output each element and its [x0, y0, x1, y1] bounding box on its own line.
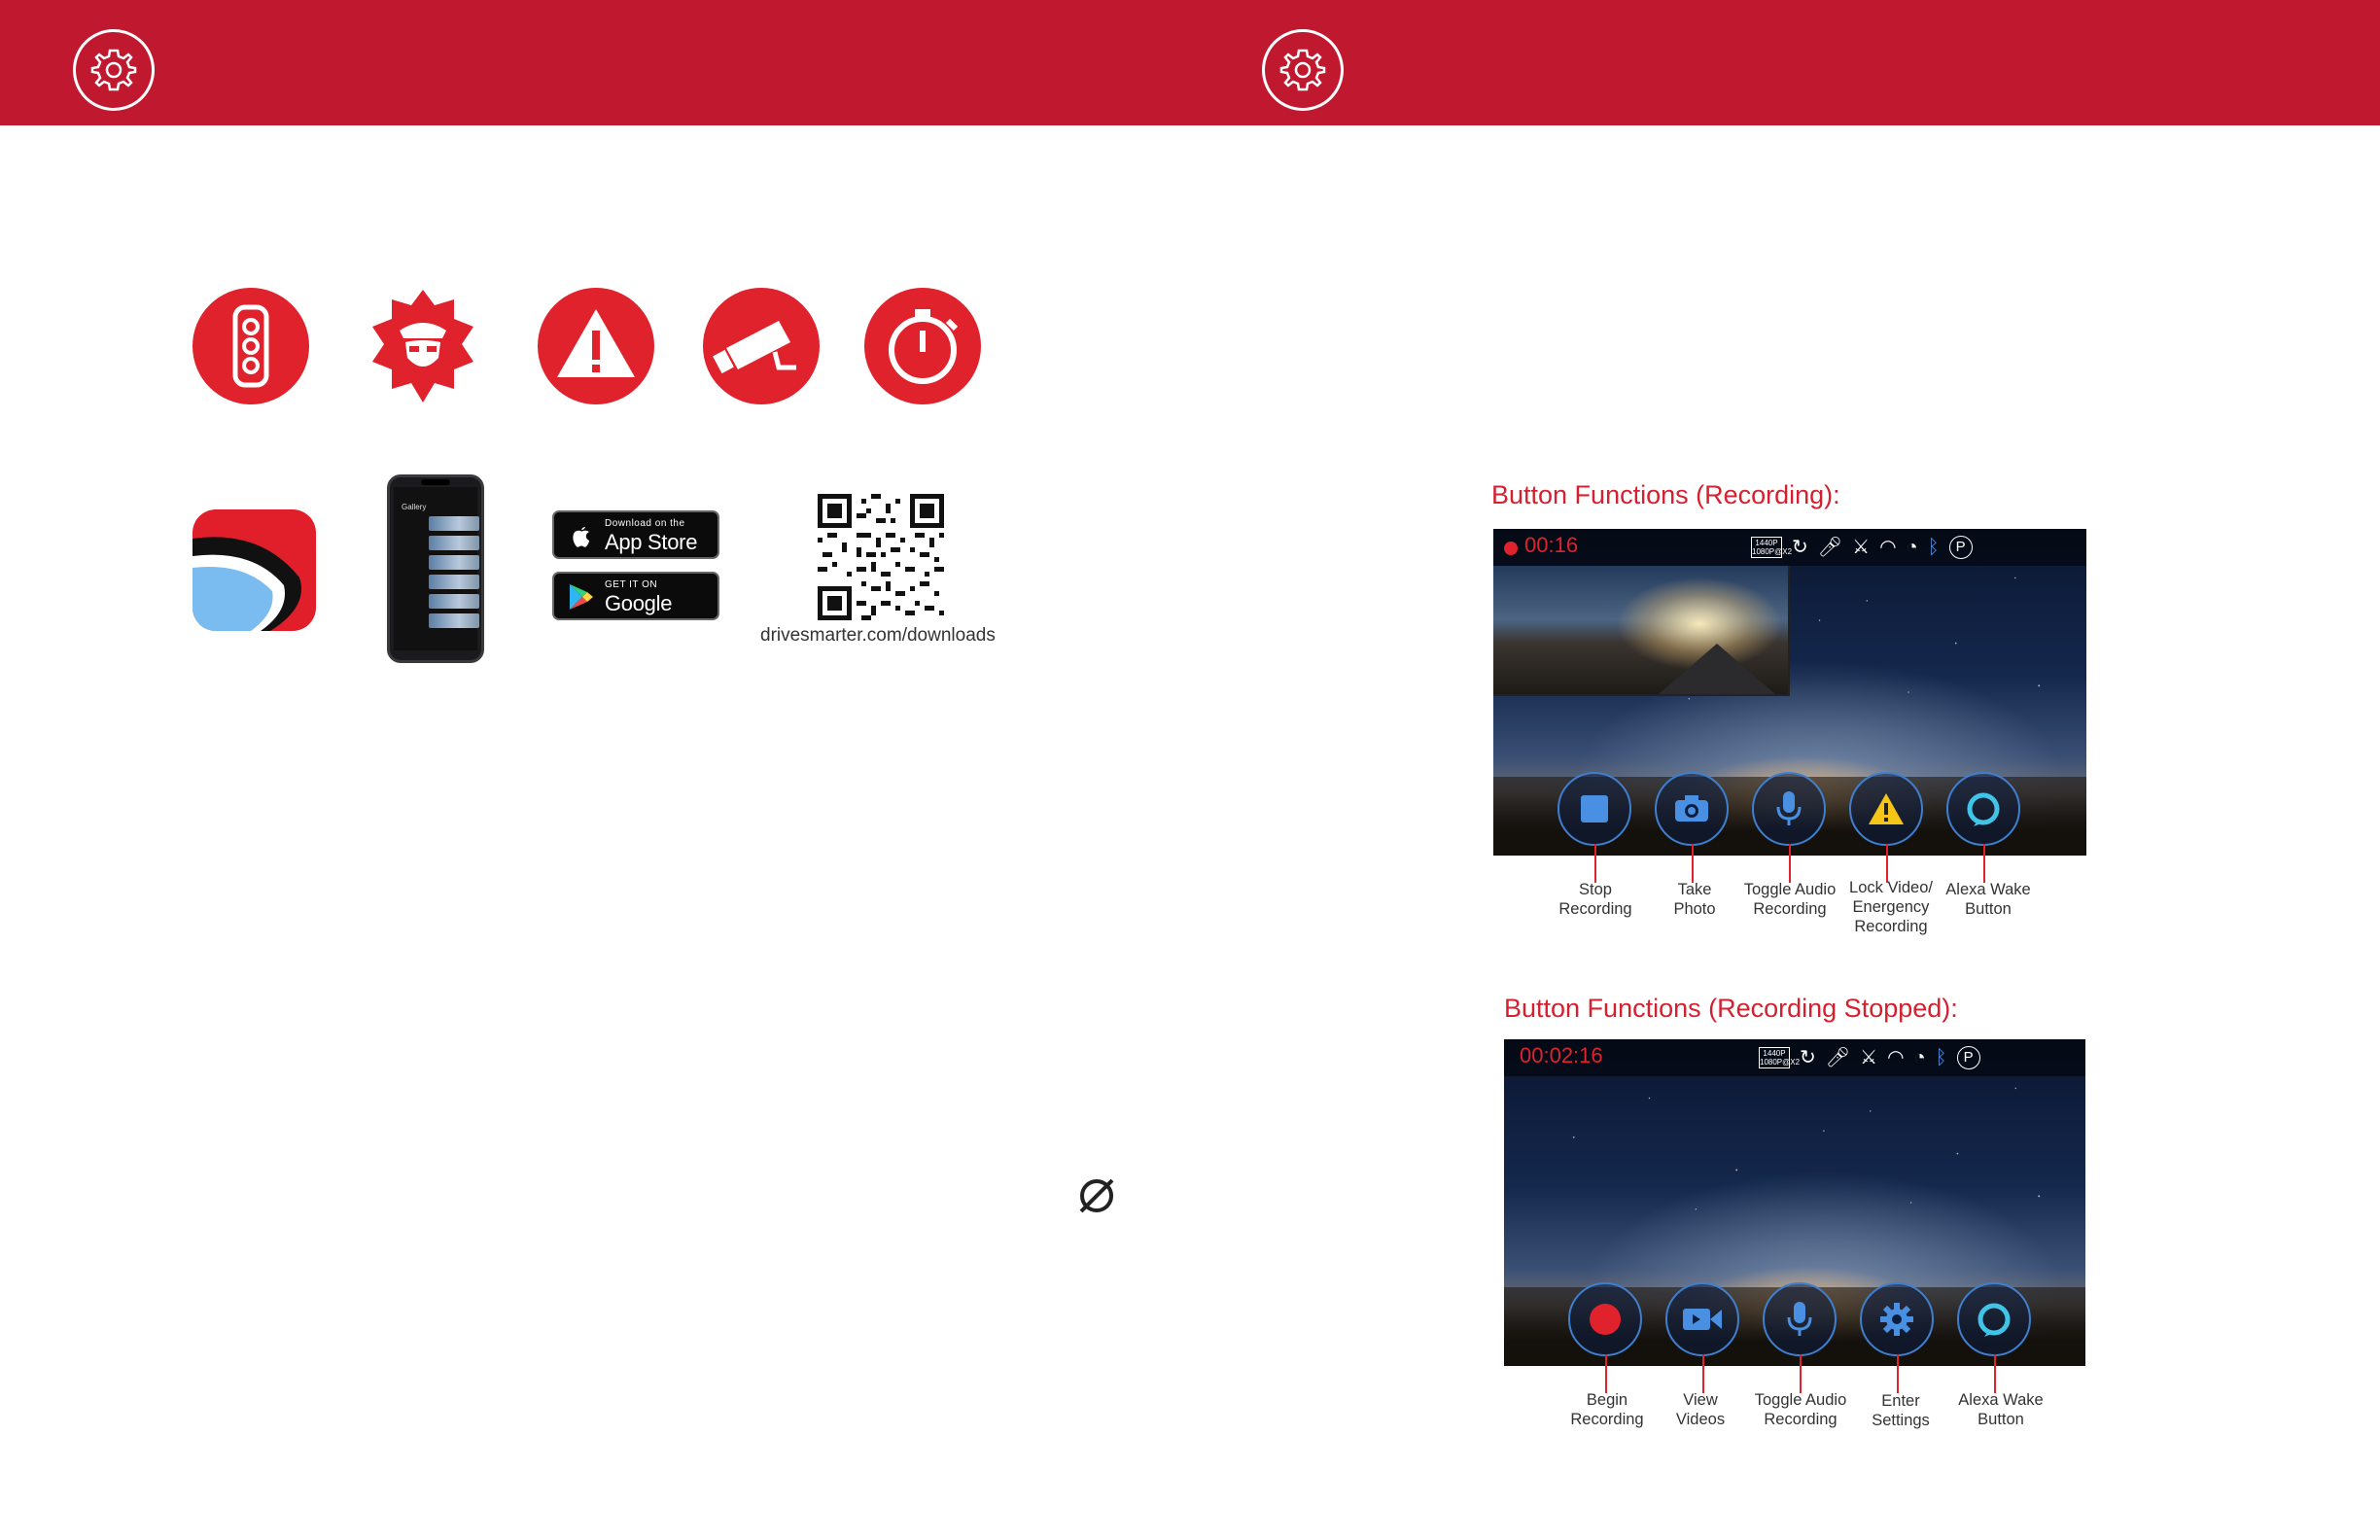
traffic-light-icon	[192, 288, 309, 404]
google-play-icon	[570, 584, 593, 610]
wifi-off-icon: ◠	[1879, 537, 1897, 558]
gallery-thumbnail	[429, 536, 479, 550]
google-play-big-text: Google Play	[605, 591, 673, 641]
callout-line	[1983, 844, 1985, 883]
callout-line	[1897, 1354, 1899, 1393]
begin-recording-button[interactable]	[1568, 1282, 1642, 1356]
microphone-icon	[1776, 791, 1802, 825]
alexa-wake-button[interactable]	[1946, 772, 2020, 846]
alexa-wake-button[interactable]	[1957, 1282, 2031, 1356]
callout-line	[1886, 844, 1888, 883]
drivesmarter-app-icon	[192, 509, 316, 631]
settings-icon	[1880, 1303, 1913, 1336]
alexa-wake-label: Alexa Wake Button	[1958, 1391, 2044, 1428]
police-officer-icon	[365, 288, 481, 404]
qr-caption[interactable]: drivesmarter.com/downloads	[760, 625, 996, 647]
alexa-icon	[1978, 1303, 2011, 1337]
app-store-badge[interactable]: Download on the App Store	[552, 510, 719, 559]
gallery-thumbnail	[429, 613, 479, 628]
toggle-audio-button[interactable]	[1752, 772, 1826, 846]
wifi-off-icon: ◠	[1887, 1047, 1905, 1068]
resolution-badge: 1440P 1080P@X2	[1759, 1047, 1801, 1068]
microphone-icon	[1787, 1302, 1812, 1336]
alexa-wake-label: Alexa Wake Button	[1945, 881, 2031, 918]
header-bar	[0, 0, 2380, 125]
toggle-audio-label: Toggle Audio Recording	[1743, 881, 1837, 918]
resolution-badge: 1440P 1080P@X2	[1751, 537, 1793, 558]
audio-on-icon: ↻	[1792, 537, 1808, 558]
motion-detect-icon: ⚔	[1852, 537, 1871, 558]
gallery-thumbnail	[429, 516, 479, 531]
microphone-icon: 🎤︎	[1817, 537, 1843, 558]
callout-line	[1994, 1354, 1996, 1393]
callout-line	[1789, 844, 1791, 883]
no-symbol-icon	[1079, 1178, 1114, 1213]
status-icons: 1440P 1080P@X2 ↻ 🎤︎ ⚔ ◠ ◔ ᛒ P	[1759, 1044, 1980, 1071]
phone-screen: Gallery	[394, 487, 479, 650]
phone-mockup: Gallery	[387, 474, 484, 663]
pip-road	[1659, 644, 1775, 694]
view-videos-button[interactable]	[1665, 1282, 1739, 1356]
warning-icon	[538, 288, 654, 404]
pip-rear-view	[1493, 566, 1790, 696]
stopped-timer: 00:02:16	[1520, 1043, 1603, 1068]
phone-notch	[421, 479, 450, 485]
gallery-thumbnail	[429, 555, 479, 570]
take-photo-button[interactable]	[1655, 772, 1729, 846]
gear-icon	[1262, 29, 1344, 111]
lock-video-button[interactable]	[1849, 772, 1923, 846]
record-dot-icon	[1590, 1304, 1621, 1335]
stop-recording-label: Stop Recording	[1558, 881, 1632, 918]
callout-line	[1800, 1354, 1802, 1393]
begin-recording-label: Begin Recording	[1570, 1391, 1644, 1428]
take-photo-label: Take Photo	[1673, 881, 1716, 918]
callout-line	[1692, 844, 1694, 883]
toggle-audio-button[interactable]	[1763, 1282, 1837, 1356]
bluetooth-icon: ᛒ	[1927, 537, 1940, 558]
stop-icon	[1581, 795, 1608, 822]
toggle-audio-label: Toggle Audio Recording	[1754, 1391, 1847, 1428]
lock-video-label: Lock Video/ Energency Recording	[1849, 879, 1933, 935]
stopped-section-title: Button Functions (Recording Stopped):	[1504, 994, 1958, 1023]
enter-settings-label: Enter Settings	[1872, 1392, 1930, 1429]
callout-line	[1702, 1354, 1704, 1393]
stopwatch-icon	[864, 288, 981, 404]
gallery-thumbnail	[429, 594, 479, 609]
parking-mode-icon: P	[1948, 536, 1973, 559]
video-icon	[1683, 1309, 1722, 1330]
gallery-thumbnail	[429, 575, 479, 589]
callout-line	[1605, 1354, 1607, 1393]
app-store-big-text: App Store	[605, 530, 698, 554]
view-videos-label: View Videos	[1675, 1391, 1726, 1428]
callout-line	[1594, 844, 1596, 883]
gear-icon	[73, 29, 155, 111]
stopped-screen: 00:02:16 1440P 1080P@X2 ↻ 🎤︎ ⚔ ◠ ◔ ᛒ P	[1504, 1039, 2085, 1366]
qr-code[interactable]	[818, 494, 944, 620]
google-play-small-text: GET IT ON	[605, 579, 658, 590]
gps-icon: ◔	[1913, 1047, 1926, 1068]
recording-screen: 00:16 1440P 1080P@X2 ↻ 🎤︎ ⚔ ◠ ◔ ᛒ P	[1493, 529, 2086, 856]
google-play-badge[interactable]: GET IT ON Google Play	[552, 572, 719, 641]
speed-camera-icon	[703, 288, 820, 404]
motion-detect-icon: ⚔	[1860, 1047, 1878, 1068]
warning-icon	[1869, 793, 1904, 824]
recording-indicator-icon	[1504, 542, 1518, 555]
app-store-small-text: Download on the	[605, 518, 685, 529]
alexa-icon	[1967, 792, 2000, 826]
recording-section-title: Button Functions (Recording):	[1491, 480, 1840, 509]
gps-icon: ◔	[1906, 537, 1918, 558]
stop-recording-button[interactable]	[1558, 772, 1631, 846]
camera-icon	[1675, 795, 1708, 822]
microphone-icon: 🎤︎	[1825, 1047, 1851, 1068]
apple-icon	[573, 527, 589, 547]
recording-timer: 00:16	[1524, 533, 1579, 557]
phone-screen-title: Gallery	[402, 503, 427, 511]
audio-on-icon: ↻	[1800, 1047, 1816, 1068]
bluetooth-icon: ᛒ	[1935, 1047, 1947, 1068]
status-icons: 1440P 1080P@X2 ↻ 🎤︎ ⚔ ◠ ◔ ᛒ P	[1751, 534, 1973, 561]
enter-settings-button[interactable]	[1860, 1282, 1934, 1356]
parking-mode-icon: P	[1956, 1046, 1980, 1069]
